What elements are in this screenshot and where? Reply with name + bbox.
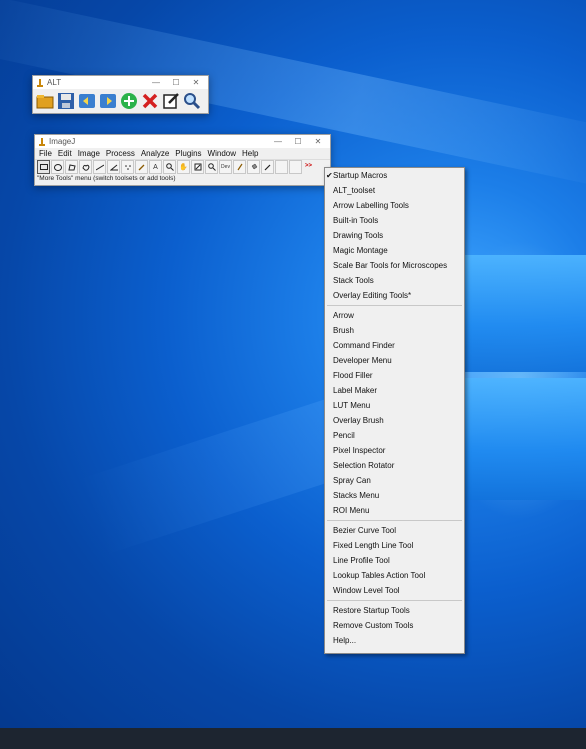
import-arrow-icon[interactable] — [77, 91, 97, 111]
export-arrow-icon[interactable] — [98, 91, 118, 111]
edit-pencil-icon[interactable] — [161, 91, 181, 111]
menu-item-developer-menu[interactable]: Developer Menu — [325, 353, 464, 368]
checkmark-icon: ✔ — [326, 171, 333, 180]
imagej-toolbar: A ✋ Dev >> — [35, 159, 330, 174]
color-picker-tool-icon[interactable] — [191, 160, 204, 174]
menu-plugins[interactable]: Plugins — [175, 149, 201, 158]
empty-tool-slot — [289, 160, 302, 174]
minimize-icon[interactable]: — — [146, 76, 166, 89]
zoom-tool-icon[interactable] — [205, 160, 218, 174]
menu-item-lookup-tables-action-tool[interactable]: Lookup Tables Action Tool — [325, 568, 464, 583]
alt-toolset-window: ALT — ☐ ✕ — [32, 75, 209, 114]
menu-item-built-in-tools[interactable]: Built-in Tools — [325, 213, 464, 228]
menu-separator — [327, 520, 462, 521]
menu-item-overlay-brush[interactable]: Overlay Brush — [325, 413, 464, 428]
more-tools-button[interactable]: >> — [303, 160, 314, 172]
rectangle-tool-icon[interactable] — [37, 160, 50, 174]
add-plus-icon[interactable] — [119, 91, 139, 111]
wand-tool-icon[interactable] — [135, 160, 148, 174]
alt-window-title: ALT — [47, 78, 62, 87]
windows-logo-pane — [463, 378, 586, 500]
imagej-window: ImageJ — ☐ ✕ File Edit Image Process Ana… — [34, 134, 331, 186]
menu-item-stacks-menu[interactable]: Stacks Menu — [325, 488, 464, 503]
zoom-magnifier-icon[interactable] — [182, 91, 202, 111]
menu-item-window-level-tool[interactable]: Window Level Tool — [325, 583, 464, 598]
menu-image[interactable]: Image — [78, 149, 100, 158]
menu-separator — [327, 305, 462, 306]
menu-item-spray-can[interactable]: Spray Can — [325, 473, 464, 488]
menu-item-line-profile-tool[interactable]: Line Profile Tool — [325, 553, 464, 568]
maximize-icon[interactable]: ☐ — [288, 135, 308, 148]
flood-fill-tool-icon[interactable] — [247, 160, 260, 174]
close-icon[interactable]: ✕ — [308, 135, 328, 148]
angle-tool-icon[interactable] — [107, 160, 120, 174]
menu-item-stack-tools[interactable]: Stack Tools — [325, 273, 464, 288]
freehand-tool-icon[interactable] — [79, 160, 92, 174]
menu-item-flood-filler[interactable]: Flood Filler — [325, 368, 464, 383]
close-icon[interactable]: ✕ — [186, 76, 206, 89]
alt-toolbar — [33, 89, 208, 111]
open-folder-icon[interactable] — [35, 91, 55, 111]
brush-tool-icon[interactable] — [233, 160, 246, 174]
menu-analyze[interactable]: Analyze — [141, 149, 169, 158]
text-tool-icon[interactable]: A — [149, 160, 162, 174]
menu-item-roi-menu[interactable]: ROI Menu — [325, 503, 464, 518]
oval-tool-icon[interactable] — [51, 160, 64, 174]
imagej-app-icon — [37, 78, 43, 87]
maximize-icon[interactable]: ☐ — [166, 76, 186, 89]
menu-help[interactable]: Help — [242, 149, 258, 158]
menu-item-drawing-tools[interactable]: Drawing Tools — [325, 228, 464, 243]
menu-item-label-maker[interactable]: Label Maker — [325, 383, 464, 398]
save-floppy-icon[interactable] — [56, 91, 76, 111]
developer-menu-tool[interactable]: Dev — [219, 160, 232, 174]
menu-item-remove-custom-tools[interactable]: Remove Custom Tools — [325, 618, 464, 633]
delete-x-icon[interactable] — [140, 91, 160, 111]
menu-item-startup-macros[interactable]: ✔ Startup Macros — [325, 168, 464, 183]
menu-item-pixel-inspector[interactable]: Pixel Inspector — [325, 443, 464, 458]
imagej-menubar: File Edit Image Process Analyze Plugins … — [35, 148, 330, 159]
empty-tool-slot — [275, 160, 288, 174]
menu-item-scale-bar-tools[interactable]: Scale Bar Tools for Microscopes — [325, 258, 464, 273]
menu-file[interactable]: File — [39, 149, 52, 158]
menu-item-lut-menu[interactable]: LUT Menu — [325, 398, 464, 413]
menu-separator — [327, 600, 462, 601]
status-bar: "More Tools" menu (switch toolsets or ad… — [37, 175, 176, 182]
menu-item-magic-montage[interactable]: Magic Montage — [325, 243, 464, 258]
menu-item-arrow[interactable]: Arrow — [325, 308, 464, 323]
line-tool-icon[interactable] — [93, 160, 106, 174]
menu-item-arrow-labelling-tools[interactable]: Arrow Labelling Tools — [325, 198, 464, 213]
windows-logo-pane — [463, 255, 586, 372]
menu-item-alt-toolset[interactable]: ALT_toolset — [325, 183, 464, 198]
taskbar[interactable] — [0, 728, 586, 749]
imagej-window-title: ImageJ — [49, 137, 76, 146]
menu-item-fixed-length-line-tool[interactable]: Fixed Length Line Tool — [325, 538, 464, 553]
menu-item-brush[interactable]: Brush — [325, 323, 464, 338]
menu-item-restore-startup-tools[interactable]: Restore Startup Tools — [325, 603, 464, 618]
point-tool-icon[interactable] — [121, 160, 134, 174]
menu-process[interactable]: Process — [106, 149, 135, 158]
polygon-tool-icon[interactable] — [65, 160, 78, 174]
magnifier-tool-icon[interactable] — [163, 160, 176, 174]
alt-titlebar[interactable]: ALT — ☐ ✕ — [33, 76, 208, 89]
imagej-titlebar[interactable]: ImageJ — ☐ ✕ — [35, 135, 330, 148]
more-tools-dropdown: ✔ Startup Macros ALT_toolset Arrow Labell… — [324, 167, 465, 654]
menu-item-selection-rotator[interactable]: Selection Rotator — [325, 458, 464, 473]
menu-item-bezier-curve-tool[interactable]: Bezier Curve Tool — [325, 523, 464, 538]
menu-item-pencil[interactable]: Pencil — [325, 428, 464, 443]
menu-edit[interactable]: Edit — [58, 149, 72, 158]
menu-item-overlay-editing-tools[interactable]: Overlay Editing Tools* — [325, 288, 464, 303]
menu-window[interactable]: Window — [208, 149, 236, 158]
pipette-tool-icon[interactable] — [261, 160, 274, 174]
imagej-app-icon — [39, 137, 45, 146]
hand-tool-icon[interactable]: ✋ — [177, 160, 190, 174]
menu-item-help[interactable]: Help... — [325, 633, 464, 648]
menu-item-command-finder[interactable]: Command Finder — [325, 338, 464, 353]
minimize-icon[interactable]: — — [268, 135, 288, 148]
